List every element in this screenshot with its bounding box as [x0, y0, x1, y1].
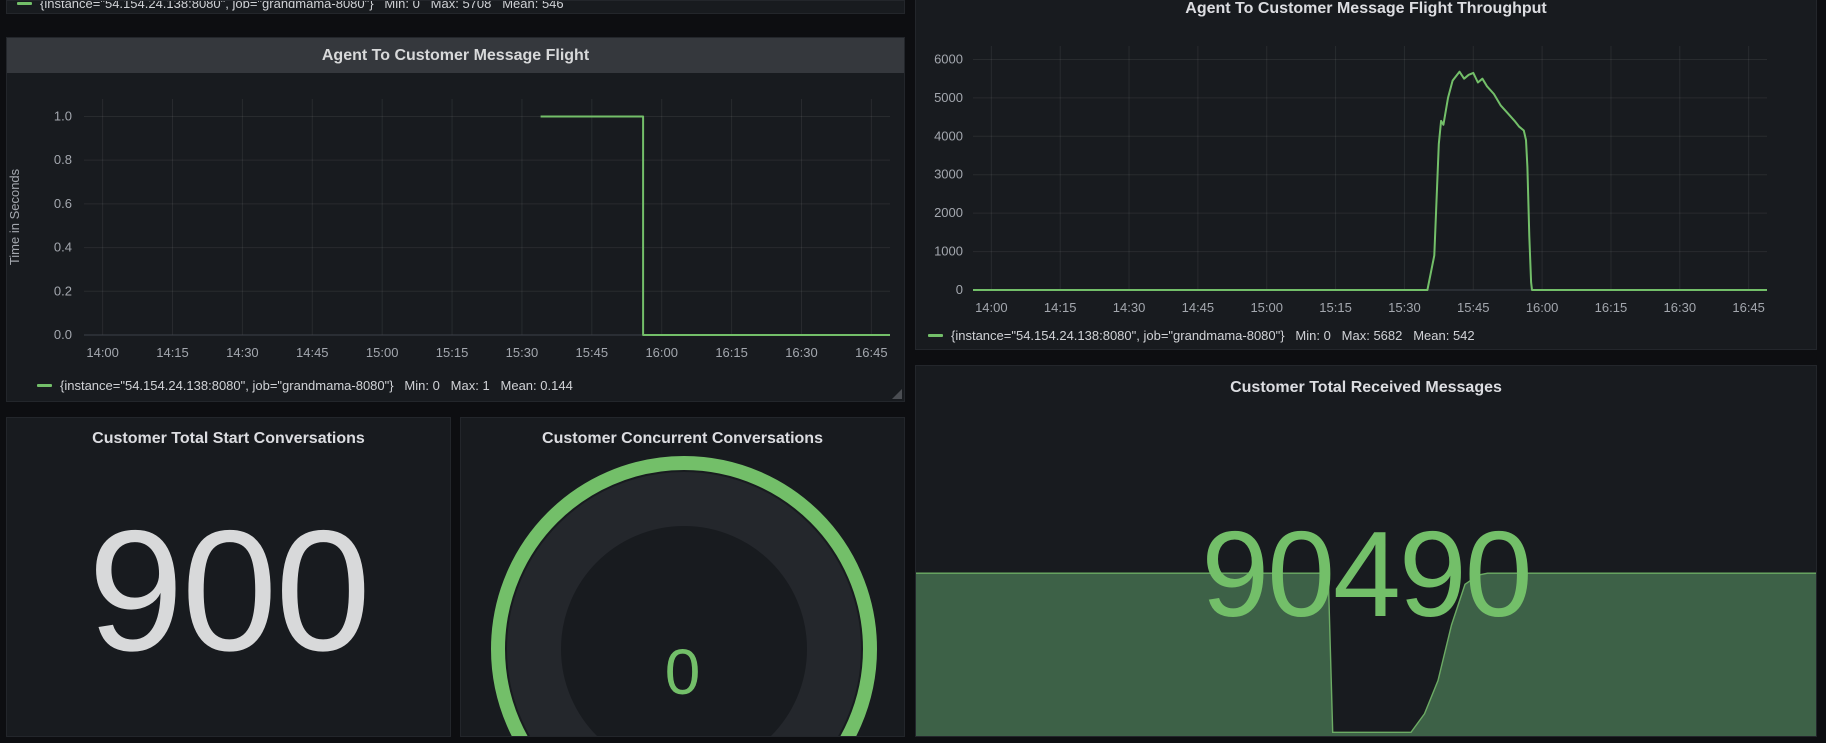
legend[interactable]: {instance="54.154.24.138:8080", job="gra… — [17, 0, 564, 11]
series-color-marker — [928, 334, 943, 337]
svg-text:14:45: 14:45 — [296, 345, 329, 360]
legend-text: {instance="54.154.24.138:8080", job="gra… — [60, 378, 573, 393]
panel-received-messages: Customer Total Received Messages 90490 — [915, 365, 1817, 737]
series-color-marker — [37, 384, 52, 387]
gauge-value: 0 — [461, 640, 904, 704]
svg-text:14:15: 14:15 — [1044, 300, 1077, 315]
svg-text:0.6: 0.6 — [54, 196, 72, 211]
svg-text:15:15: 15:15 — [436, 345, 469, 360]
svg-text:15:30: 15:30 — [506, 345, 539, 360]
svg-text:4000: 4000 — [934, 128, 963, 143]
throughput-chart[interactable]: 14:00 14:15 14:30 14:45 15:00 15:15 15:30 15:45… — [916, 29, 1817, 350]
svg-text:1.0: 1.0 — [54, 108, 72, 123]
svg-text:16:30: 16:30 — [1664, 300, 1697, 315]
panel-start-conversations: Customer Total Start Conversations 900 — [6, 417, 451, 737]
panel-title[interactable]: Customer Concurrent Conversations — [461, 430, 904, 448]
svg-text:Time in Seconds: Time in Seconds — [7, 168, 22, 265]
svg-text:5000: 5000 — [934, 90, 963, 105]
series-color-marker — [17, 2, 32, 5]
panel-title[interactable]: Customer Total Start Conversations — [7, 430, 450, 448]
panel-resize-handle[interactable] — [892, 389, 902, 399]
svg-text:0: 0 — [956, 282, 963, 297]
svg-text:15:45: 15:45 — [576, 345, 609, 360]
svg-text:16:15: 16:15 — [1595, 300, 1628, 315]
svg-text:0.0: 0.0 — [54, 327, 72, 342]
panel-throughput: Agent To Customer Message Flight Through… — [915, 0, 1817, 350]
stat-value: 900 — [7, 505, 450, 677]
svg-text:1000: 1000 — [934, 244, 963, 259]
svg-text:16:45: 16:45 — [1732, 300, 1765, 315]
svg-text:14:00: 14:00 — [86, 345, 119, 360]
svg-text:0.2: 0.2 — [54, 283, 72, 298]
dashboard: {instance="54.154.24.138:8080", job="gra… — [0, 0, 1826, 743]
panel-title[interactable]: Customer Total Received Messages — [916, 379, 1816, 397]
svg-text:0.4: 0.4 — [54, 240, 72, 255]
panel-partial-top: {instance="54.154.24.138:8080", job="gra… — [6, 0, 905, 14]
svg-text:15:30: 15:30 — [1388, 300, 1421, 315]
stat-value: 90490 — [916, 513, 1816, 635]
svg-text:15:15: 15:15 — [1319, 300, 1352, 315]
svg-text:14:30: 14:30 — [226, 345, 259, 360]
svg-text:14:30: 14:30 — [1113, 300, 1146, 315]
svg-text:16:00: 16:00 — [645, 345, 678, 360]
legend[interactable]: {instance="54.154.24.138:8080", job="gra… — [928, 328, 1475, 343]
panel-agent-flight: Agent To Customer Message Flight 14:0014… — [6, 37, 905, 402]
legend[interactable]: {instance="54.154.24.138:8080", job="gra… — [37, 378, 573, 393]
svg-text:2000: 2000 — [934, 205, 963, 220]
svg-text:14:45: 14:45 — [1182, 300, 1215, 315]
panel-title[interactable]: Agent To Customer Message Flight Through… — [916, 0, 1816, 29]
svg-text:16:15: 16:15 — [715, 345, 748, 360]
svg-text:3000: 3000 — [934, 167, 963, 182]
legend-text: {instance="54.154.24.138:8080", job="gra… — [951, 328, 1475, 343]
svg-text:6000: 6000 — [934, 51, 963, 66]
panel-title[interactable]: Agent To Customer Message Flight — [322, 47, 589, 65]
panel-header[interactable]: Agent To Customer Message Flight — [7, 38, 904, 73]
svg-text:0.8: 0.8 — [54, 152, 72, 167]
svg-text:16:00: 16:00 — [1526, 300, 1559, 315]
svg-text:14:00: 14:00 — [975, 300, 1008, 315]
svg-text:16:45: 16:45 — [855, 345, 888, 360]
svg-text:15:00: 15:00 — [1250, 300, 1283, 315]
svg-text:15:00: 15:00 — [366, 345, 399, 360]
flight-chart[interactable]: 14:00 14:15 14:30 14:45 15:00 15:15 15:30 15:45… — [7, 73, 905, 402]
svg-text:15:45: 15:45 — [1457, 300, 1490, 315]
panel-concurrent-conversations: Customer Concurrent Conversations 0 — [460, 417, 905, 737]
legend-text: {instance="54.154.24.138:8080", job="gra… — [40, 0, 564, 11]
svg-text:14:15: 14:15 — [156, 345, 189, 360]
svg-text:16:30: 16:30 — [785, 345, 818, 360]
